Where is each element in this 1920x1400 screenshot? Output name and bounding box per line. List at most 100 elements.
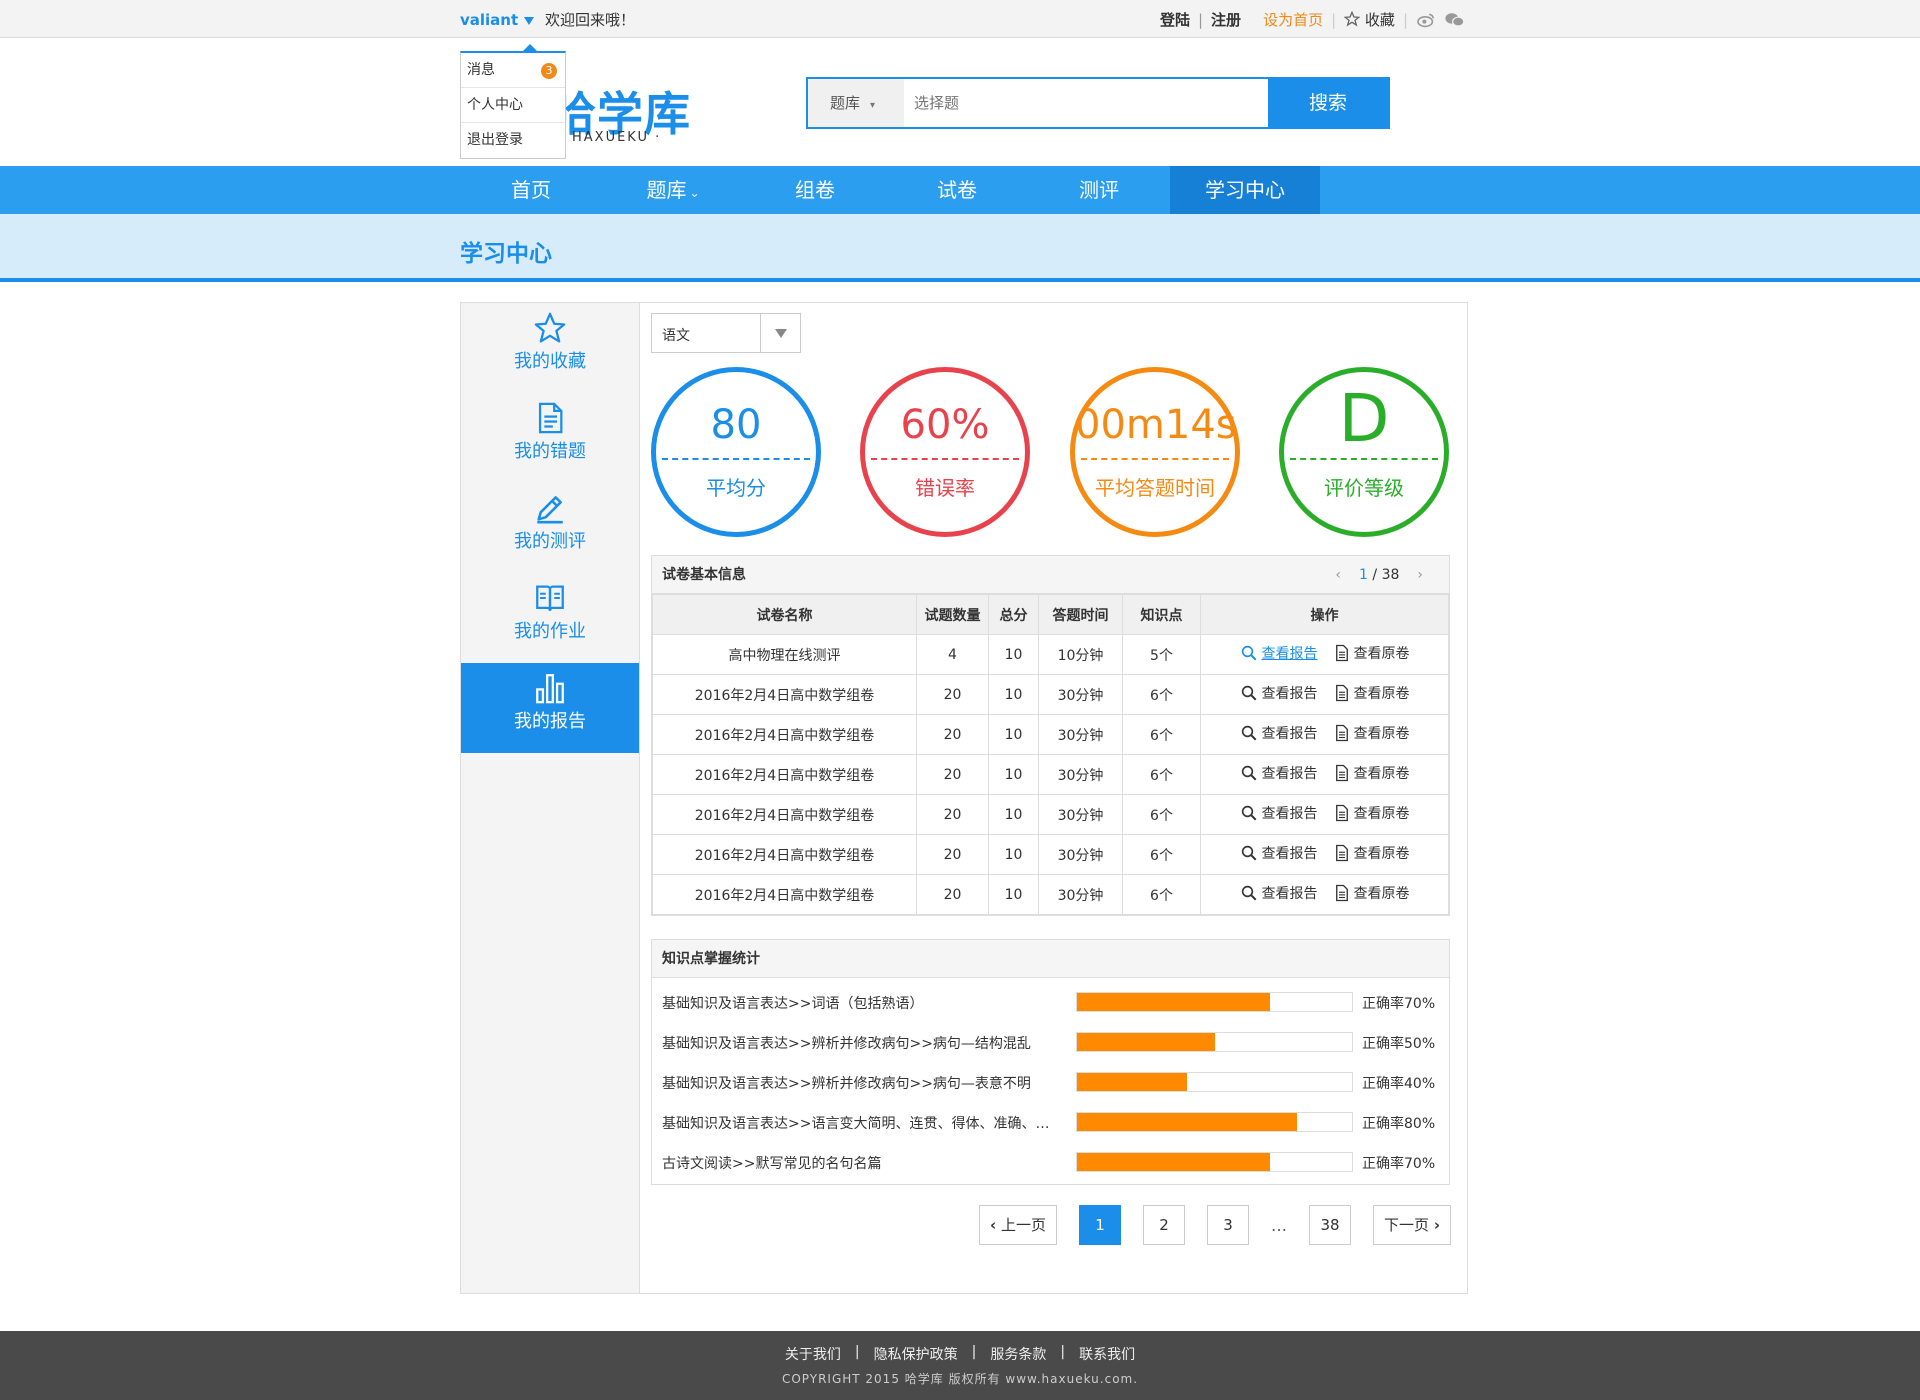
favorite-label[interactable]: 收藏 bbox=[1365, 11, 1395, 29]
next-label: 下一页 bbox=[1384, 1216, 1430, 1234]
nav-item-compose[interactable]: 组卷 bbox=[744, 166, 886, 214]
view-report-label: 查看报告 bbox=[1261, 686, 1318, 702]
subject-select[interactable]: 语文 bbox=[651, 313, 801, 353]
view-report-link[interactable]: 查看报告 bbox=[1240, 643, 1318, 663]
view-original-label: 查看原卷 bbox=[1353, 846, 1410, 862]
cell-name: 2016年2月4日高中数学组卷 bbox=[652, 674, 917, 715]
nav-item-home[interactable]: 首页 bbox=[460, 166, 602, 214]
username[interactable]: valiant bbox=[460, 11, 518, 29]
magnifier-icon bbox=[1241, 805, 1256, 821]
view-original-link[interactable]: 查看原卷 bbox=[1334, 883, 1410, 903]
view-original-label: 查看原卷 bbox=[1353, 806, 1410, 822]
footer-link-about[interactable]: 关于我们 bbox=[785, 1344, 841, 1364]
cell-time: 30分钟 bbox=[1038, 754, 1123, 795]
cell-time: 30分钟 bbox=[1038, 834, 1123, 875]
magnifier-icon bbox=[1241, 765, 1256, 781]
sidebar-item-wrong-questions[interactable]: 我的错题 bbox=[461, 393, 639, 483]
search-bar: 题库 ▾ 搜索 bbox=[806, 77, 1390, 129]
menu-item-label: 个人中心 bbox=[467, 97, 523, 113]
column-header: 答题时间 bbox=[1038, 594, 1123, 635]
favorite-link[interactable]: 收藏 bbox=[1343, 9, 1395, 30]
sidebar-item-assessments[interactable]: 我的测评 bbox=[461, 483, 639, 573]
prev-label: 上一页 bbox=[1001, 1216, 1047, 1234]
view-original-link[interactable]: 查看原卷 bbox=[1334, 643, 1410, 663]
paper-mini-pager: ‹ 1 / 38 › bbox=[1335, 556, 1423, 594]
menu-item-messages[interactable]: 消息 3 bbox=[461, 53, 565, 88]
footer-link-contact[interactable]: 联系我们 bbox=[1079, 1344, 1135, 1364]
cell-name: 2016年2月4日高中数学组卷 bbox=[652, 714, 917, 755]
chevron-right-icon: › bbox=[1433, 1216, 1440, 1234]
set-home-link[interactable]: 设为首页 bbox=[1263, 9, 1323, 30]
search-category-select[interactable]: 题库 ▾ bbox=[808, 79, 904, 127]
nav-item-question-bank[interactable]: 题库 ⌄ bbox=[602, 166, 744, 214]
cell-score: 10 bbox=[988, 714, 1039, 755]
view-report-link[interactable]: 查看报告 bbox=[1240, 683, 1318, 703]
prev-page-button[interactable]: ‹ 上一页 bbox=[979, 1205, 1058, 1245]
cell-count: 4 bbox=[916, 634, 989, 675]
view-report-link[interactable]: 查看报告 bbox=[1240, 723, 1318, 743]
document-icon bbox=[1335, 764, 1348, 782]
content-panel: 我的收藏 我的错题 我的测评 我的作业 我的报告 语文 80 平均分 60% 错… bbox=[460, 302, 1468, 1294]
welcome-text: 欢迎回来哦！ bbox=[544, 11, 635, 29]
view-original-link[interactable]: 查看原卷 bbox=[1334, 803, 1410, 823]
next-page-button[interactable]: 下一页 › bbox=[1373, 1205, 1451, 1245]
pencil-icon bbox=[537, 496, 563, 524]
cell-points: 6个 bbox=[1122, 834, 1201, 875]
nav-item-learning-center[interactable]: 学习中心 bbox=[1170, 166, 1320, 214]
page-button[interactable]: 2 bbox=[1143, 1205, 1186, 1245]
cell-points: 5个 bbox=[1122, 634, 1201, 675]
footer-link-privacy[interactable]: 隐私保护政策 bbox=[874, 1344, 958, 1364]
weibo-icon[interactable] bbox=[1416, 12, 1436, 28]
view-original-label: 查看原卷 bbox=[1353, 766, 1410, 782]
magnifier-icon bbox=[1241, 725, 1256, 741]
view-original-link[interactable]: 查看原卷 bbox=[1334, 763, 1410, 783]
cell-actions: 查看报告 查看原卷 bbox=[1200, 634, 1449, 675]
nav-item-papers[interactable]: 试卷 bbox=[886, 166, 1028, 214]
cell-score: 10 bbox=[988, 834, 1039, 875]
sidebar-item-homework[interactable]: 我的作业 bbox=[461, 573, 639, 663]
page-button[interactable]: 3 bbox=[1207, 1205, 1250, 1245]
cell-name: 2016年2月4日高中数学组卷 bbox=[652, 874, 917, 915]
login-link[interactable]: 登陆 bbox=[1160, 9, 1190, 30]
menu-item-label: 消息 bbox=[467, 62, 495, 78]
accuracy-bar-fill bbox=[1077, 1033, 1215, 1051]
view-original-link[interactable]: 查看原卷 bbox=[1334, 843, 1410, 863]
accuracy-bar-fill bbox=[1077, 1073, 1187, 1091]
view-report-link[interactable]: 查看报告 bbox=[1240, 883, 1318, 903]
dropdown-arrow-icon[interactable] bbox=[760, 314, 800, 352]
register-link[interactable]: 注册 bbox=[1211, 9, 1241, 30]
table-row: 2016年2月4日高中数学组卷 20 10 30分钟 6个 查看报告 查看原卷 bbox=[652, 874, 1449, 915]
page-button-last[interactable]: 38 bbox=[1309, 1205, 1352, 1245]
caret-down-icon[interactable] bbox=[524, 16, 535, 25]
menu-item-logout[interactable]: 退出登录 bbox=[461, 123, 565, 158]
cell-score: 10 bbox=[988, 794, 1039, 835]
view-original-link[interactable]: 查看原卷 bbox=[1334, 723, 1410, 743]
username-dropdown[interactable]: valiant bbox=[460, 11, 540, 29]
view-report-link[interactable]: 查看报告 bbox=[1240, 843, 1318, 863]
magnifier-icon bbox=[1241, 685, 1256, 701]
footer-link-terms[interactable]: 服务条款 bbox=[990, 1344, 1046, 1364]
cell-points: 6个 bbox=[1122, 714, 1201, 755]
knowledge-row: 基础知识及语言表达>>词语（包括熟语） 正确率70% bbox=[652, 982, 1449, 1022]
sidebar-item-label: 我的测评 bbox=[514, 531, 586, 552]
menu-item-profile[interactable]: 个人中心 bbox=[461, 88, 565, 123]
view-original-link[interactable]: 查看原卷 bbox=[1334, 683, 1410, 703]
chevron-right-icon[interactable]: › bbox=[1417, 556, 1423, 594]
search-input[interactable] bbox=[904, 79, 1268, 127]
sidebar-item-favorites[interactable]: 我的收藏 bbox=[461, 303, 639, 393]
view-report-label: 查看报告 bbox=[1261, 766, 1318, 782]
footer: 关于我们 | 隐私保护政策 | 服务条款 | 联系我们 COPYRIGHT 20… bbox=[0, 1331, 1920, 1400]
accuracy-rate: 正确率80% bbox=[1362, 1116, 1436, 1132]
page-button[interactable]: 1 bbox=[1079, 1205, 1122, 1245]
chevron-left-icon[interactable]: ‹ bbox=[1335, 556, 1341, 594]
knowledge-point-name: 基础知识及语言表达>>词语（包括熟语） bbox=[662, 996, 924, 1012]
wechat-icon[interactable] bbox=[1444, 12, 1466, 28]
accuracy-bar bbox=[1076, 1112, 1353, 1132]
sidebar-item-reports[interactable]: 我的报告 bbox=[461, 663, 639, 753]
search-button[interactable]: 搜索 bbox=[1268, 79, 1388, 127]
view-report-label: 查看报告 bbox=[1261, 726, 1318, 742]
view-report-link[interactable]: 查看报告 bbox=[1240, 763, 1318, 783]
cell-count: 20 bbox=[916, 874, 989, 915]
nav-item-assessment[interactable]: 测评 bbox=[1028, 166, 1170, 214]
view-report-link[interactable]: 查看报告 bbox=[1240, 803, 1318, 823]
